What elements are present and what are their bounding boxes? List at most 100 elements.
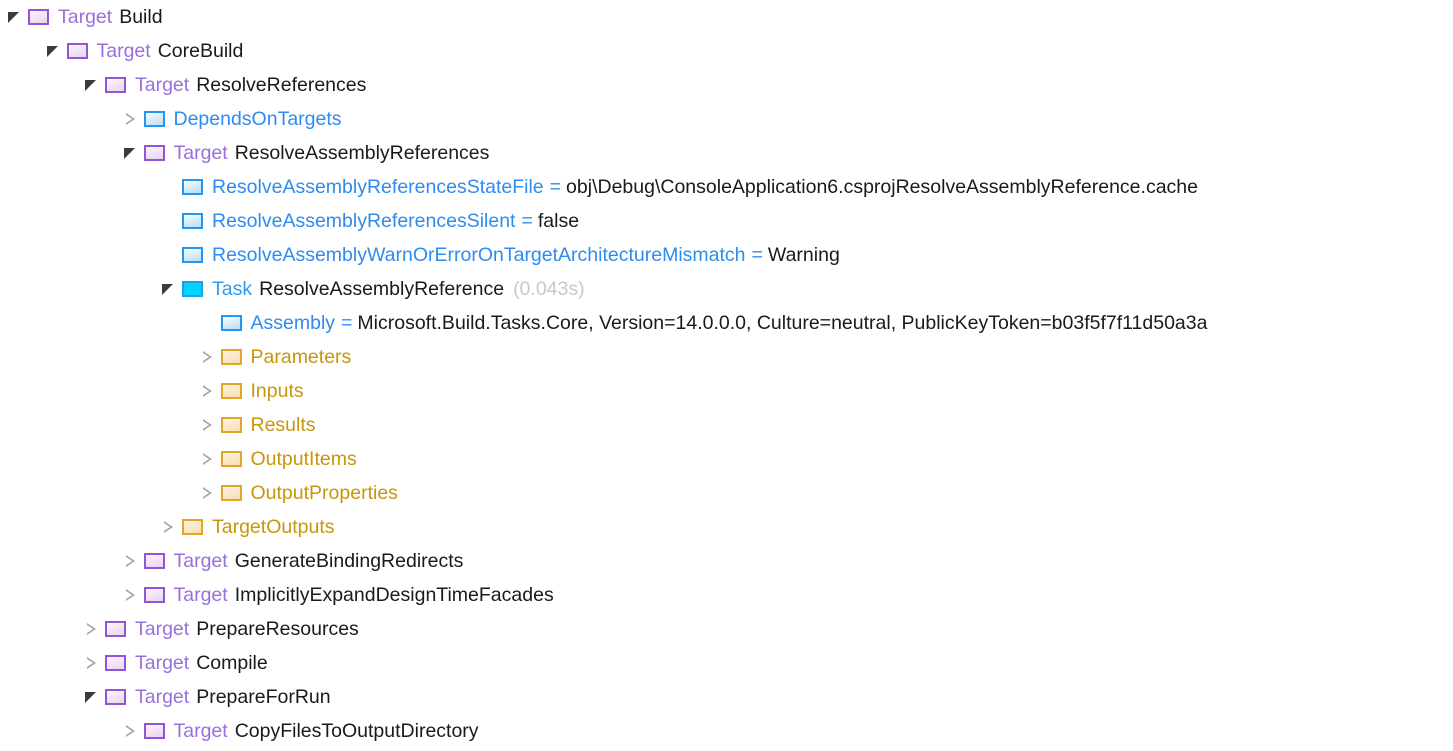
expander-spacer <box>156 170 182 204</box>
target-icon <box>144 587 165 603</box>
node-name-label: OutputProperties <box>251 476 398 510</box>
expander-collapse-icon[interactable] <box>2 0 28 34</box>
expander-expand-icon[interactable] <box>195 476 221 510</box>
node-duration-label: (0.043s) <box>504 272 585 306</box>
expander-spacer <box>156 204 182 238</box>
node-name-label: GenerateBindingRedirects <box>235 544 464 578</box>
expander-expand-icon[interactable] <box>118 714 144 748</box>
tree-node-inputs[interactable]: Inputs <box>195 374 304 408</box>
folder-icon <box>221 349 242 365</box>
tree-node-rar-statefile[interactable]: ResolveAssemblyReferencesStateFile=obj\D… <box>156 170 1198 204</box>
tree-node-outputproperties[interactable]: OutputProperties <box>195 476 398 510</box>
node-kind-label: Target <box>135 68 196 102</box>
node-name-label: PrepareForRun <box>196 680 330 714</box>
tree-node-parameters[interactable]: Parameters <box>195 340 352 374</box>
target-icon <box>144 723 165 739</box>
expander-expand-icon[interactable] <box>79 612 105 646</box>
node-kind-label: Target <box>58 0 119 34</box>
target-icon <box>105 655 126 671</box>
node-value-label: false <box>538 204 579 238</box>
node-name-label: ResolveAssemblyReferences <box>235 136 490 170</box>
target-icon <box>105 621 126 637</box>
tree-node-results[interactable]: Results <box>195 408 316 442</box>
expander-collapse-icon[interactable] <box>118 136 144 170</box>
tree-node-corebuild[interactable]: TargetCoreBuild <box>41 34 244 68</box>
node-name-label: ImplicitlyExpandDesignTimeFacades <box>235 578 554 612</box>
folder-icon <box>221 451 242 467</box>
node-name-label: ResolveAssemblyReferencesStateFile <box>212 170 544 204</box>
expander-expand-icon[interactable] <box>118 578 144 612</box>
node-name-label: ResolveAssemblyReferencesSilent <box>212 204 515 238</box>
target-icon <box>67 43 88 59</box>
tree-node-compile[interactable]: TargetCompile <box>79 646 268 680</box>
node-name-label: Inputs <box>251 374 304 408</box>
tree-node-resolveassemblyreferences[interactable]: TargetResolveAssemblyReferences <box>118 136 490 170</box>
node-name-label: OutputItems <box>251 442 357 476</box>
node-kind-label: Target <box>174 544 235 578</box>
tree-node-task-rar[interactable]: TaskResolveAssemblyReference(0.043s) <box>156 272 585 306</box>
tree-node-assembly[interactable]: Assembly=Microsoft.Build.Tasks.Core, Ver… <box>195 306 1208 340</box>
expander-expand-icon[interactable] <box>156 510 182 544</box>
expander-spacer <box>195 306 221 340</box>
target-icon <box>144 553 165 569</box>
equals-sign: = <box>515 204 537 238</box>
equals-sign: = <box>746 238 768 272</box>
node-name-label: Compile <box>196 646 268 680</box>
node-kind-label: Task <box>212 272 259 306</box>
expander-collapse-icon[interactable] <box>79 68 105 102</box>
node-name-label: TargetOutputs <box>212 510 334 544</box>
property-icon <box>182 247 203 263</box>
equals-sign: = <box>544 170 566 204</box>
property-icon <box>182 213 203 229</box>
node-name-label: Parameters <box>251 340 352 374</box>
tree-node-targetoutputs[interactable]: TargetOutputs <box>156 510 334 544</box>
node-name-label: CopyFilesToOutputDirectory <box>235 714 479 748</box>
node-name-label: ResolveAssemblyReference <box>259 272 504 306</box>
expander-expand-icon[interactable] <box>79 646 105 680</box>
node-kind-label: Target <box>174 136 235 170</box>
node-kind-label: Target <box>174 578 235 612</box>
node-kind-label: Target <box>135 680 196 714</box>
property-icon <box>221 315 242 331</box>
node-kind-label: Target <box>97 34 158 68</box>
tree-node-outputitems[interactable]: OutputItems <box>195 442 357 476</box>
tree-node-copyfilestooutputdirectory[interactable]: TargetCopyFilesToOutputDirectory <box>118 714 479 748</box>
expander-expand-icon[interactable] <box>195 340 221 374</box>
tree-node-resolvereferences[interactable]: TargetResolveReferences <box>79 68 366 102</box>
expander-expand-icon[interactable] <box>195 442 221 476</box>
target-icon <box>28 9 49 25</box>
expander-expand-icon[interactable] <box>195 408 221 442</box>
node-name-label: DependsOnTargets <box>174 102 342 136</box>
equals-sign: = <box>335 306 357 340</box>
tree-node-rar-silent[interactable]: ResolveAssemblyReferencesSilent=false <box>156 204 579 238</box>
tree-node-implicitlyexpanddesigntimefacades[interactable]: TargetImplicitlyExpandDesignTimeFacades <box>118 578 554 612</box>
expander-collapse-icon[interactable] <box>156 272 182 306</box>
tree-node-build[interactable]: TargetBuild <box>2 0 163 34</box>
node-name-label: Build <box>119 0 162 34</box>
folder-icon <box>182 519 203 535</box>
tree-node-rar-archmismatch[interactable]: ResolveAssemblyWarnOrErrorOnTargetArchit… <box>156 238 840 272</box>
node-name-label: PrepareResources <box>196 612 359 646</box>
tree-node-generatebindingredirects[interactable]: TargetGenerateBindingRedirects <box>118 544 464 578</box>
node-name-label: CoreBuild <box>158 34 244 68</box>
folder-icon <box>221 417 242 433</box>
tree-node-prepareforrun[interactable]: TargetPrepareForRun <box>79 680 331 714</box>
expander-expand-icon[interactable] <box>118 102 144 136</box>
node-kind-label: Target <box>174 714 235 748</box>
target-icon <box>105 77 126 93</box>
node-kind-label: Target <box>135 612 196 646</box>
node-name-label: Assembly <box>251 306 336 340</box>
expander-collapse-icon[interactable] <box>41 34 67 68</box>
expander-expand-icon[interactable] <box>195 374 221 408</box>
property-icon <box>144 111 165 127</box>
build-tree[interactable]: TargetBuildTargetCoreBuildTargetResolveR… <box>0 0 1453 751</box>
property-icon <box>182 179 203 195</box>
node-kind-label: Target <box>135 646 196 680</box>
tree-node-dependsontargets[interactable]: DependsOnTargets <box>118 102 342 136</box>
node-value-label: obj\Debug\ConsoleApplication6.csprojReso… <box>566 170 1198 204</box>
node-value-label: Warning <box>768 238 840 272</box>
expander-expand-icon[interactable] <box>118 544 144 578</box>
expander-collapse-icon[interactable] <box>79 680 105 714</box>
task-icon <box>182 281 203 297</box>
tree-node-prepareresources[interactable]: TargetPrepareResources <box>79 612 359 646</box>
